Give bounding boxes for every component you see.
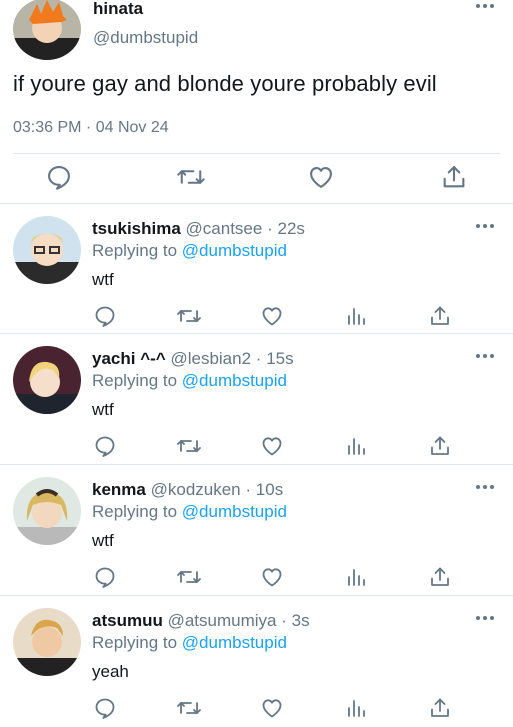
avatar[interactable] bbox=[13, 216, 81, 284]
mention-link[interactable]: @dumbstupid bbox=[182, 502, 287, 521]
reply-tweet[interactable]: kenma @kodzuken · 10s Replying to @dumbst… bbox=[0, 465, 513, 596]
share-icon[interactable] bbox=[428, 434, 452, 458]
user-handle[interactable]: @cantsee bbox=[186, 219, 263, 238]
retweet-icon[interactable] bbox=[176, 304, 201, 328]
tweet-text: wtf bbox=[92, 531, 114, 550]
tweet-time: 10s bbox=[255, 480, 284, 499]
tweet-text: wtf bbox=[92, 400, 114, 419]
like-icon[interactable] bbox=[260, 565, 284, 589]
tweet-time: 3s bbox=[291, 611, 310, 630]
avatar[interactable] bbox=[13, 0, 81, 60]
more-options-icon[interactable] bbox=[476, 224, 494, 228]
more-options-icon[interactable] bbox=[476, 4, 494, 8]
avatar[interactable] bbox=[13, 346, 81, 414]
display-name[interactable]: kenma bbox=[92, 480, 146, 499]
stats-icon[interactable] bbox=[344, 565, 368, 589]
avatar[interactable] bbox=[13, 477, 81, 545]
tweet-text: wtf bbox=[92, 270, 114, 289]
like-icon[interactable] bbox=[260, 696, 284, 720]
replying-label: Replying to bbox=[92, 633, 178, 652]
reply-tweet[interactable]: atsumuu @atsumumiya · 3s Replying to @dum… bbox=[0, 596, 513, 727]
replying-label: Replying to bbox=[92, 241, 178, 260]
more-options-icon[interactable] bbox=[476, 616, 494, 620]
replying-label: Replying to bbox=[92, 502, 178, 521]
tweet-time: 15s bbox=[266, 349, 294, 368]
stats-icon[interactable] bbox=[344, 696, 368, 720]
reply-tweet[interactable]: tsukishima @cantsee · 22s Replying to @du… bbox=[0, 204, 513, 335]
stats-icon[interactable] bbox=[344, 304, 368, 328]
reply-tweet[interactable]: yachi ^-^ @lesbian2 · 15s Replying to @du… bbox=[0, 334, 513, 465]
user-handle[interactable]: @lesbian2 bbox=[170, 349, 251, 368]
reply-icon[interactable] bbox=[93, 434, 117, 458]
tweet-text: yeah bbox=[92, 662, 129, 681]
display-name[interactable]: tsukishima bbox=[92, 219, 181, 238]
user-handle[interactable]: @atsumumiya bbox=[168, 611, 277, 630]
reply-icon[interactable] bbox=[93, 565, 117, 589]
reply-icon[interactable] bbox=[93, 696, 117, 720]
reply-icon[interactable] bbox=[45, 163, 73, 191]
display-name[interactable]: yachi ^-^ bbox=[92, 349, 166, 368]
share-icon[interactable] bbox=[428, 304, 452, 328]
like-icon[interactable] bbox=[260, 304, 284, 328]
separator-dot: · bbox=[281, 611, 287, 630]
divider bbox=[13, 153, 500, 154]
mention-link[interactable]: @dumbstupid bbox=[182, 241, 287, 260]
retweet-icon[interactable] bbox=[176, 565, 201, 589]
tweet-timestamp: 03:36 PM · 04 Nov 24 bbox=[13, 119, 169, 136]
replying-label: Replying to bbox=[92, 371, 178, 390]
stats-icon[interactable] bbox=[344, 434, 368, 458]
like-icon[interactable] bbox=[260, 434, 284, 458]
separator-dot: · bbox=[245, 480, 252, 499]
tweet-time: 22s bbox=[277, 219, 305, 238]
display-name[interactable]: atsumuu bbox=[92, 611, 163, 630]
retweet-icon[interactable] bbox=[176, 696, 201, 720]
avatar[interactable] bbox=[13, 608, 81, 676]
retweet-icon[interactable] bbox=[176, 163, 205, 191]
retweet-icon[interactable] bbox=[176, 434, 201, 458]
share-icon[interactable] bbox=[440, 163, 468, 191]
main-tweet: hinata @dumbstupid if youre gay and blon… bbox=[0, 0, 513, 203]
user-handle[interactable]: @kodzuken bbox=[151, 480, 241, 499]
display-name[interactable]: hinata bbox=[93, 0, 143, 19]
separator-dot: · bbox=[267, 219, 273, 238]
more-options-icon[interactable] bbox=[476, 354, 494, 358]
tweet-text: if youre gay and blonde youre probably e… bbox=[13, 71, 437, 96]
tweet-actions bbox=[0, 163, 513, 193]
reply-icon[interactable] bbox=[93, 304, 117, 328]
share-icon[interactable] bbox=[428, 565, 452, 589]
mention-link[interactable]: @dumbstupid bbox=[182, 633, 287, 652]
mention-link[interactable]: @dumbstupid bbox=[182, 371, 287, 390]
share-icon[interactable] bbox=[428, 696, 452, 720]
user-handle[interactable]: @dumbstupid bbox=[93, 28, 198, 48]
like-icon[interactable] bbox=[307, 163, 335, 191]
more-options-icon[interactable] bbox=[476, 485, 494, 489]
separator-dot: · bbox=[255, 349, 262, 368]
